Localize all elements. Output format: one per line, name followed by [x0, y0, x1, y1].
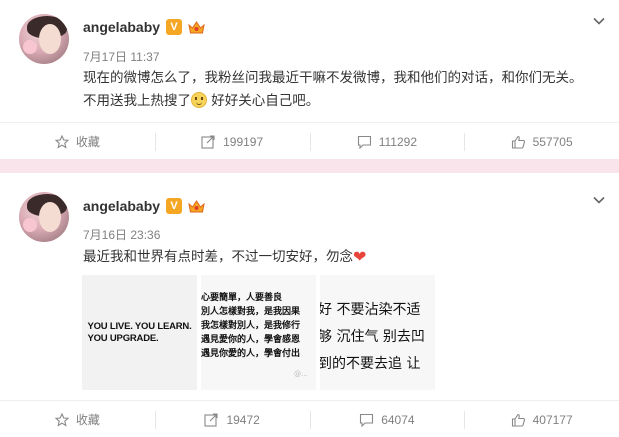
comment-button[interactable]: 64074: [309, 401, 465, 437]
chevron-down-icon[interactable]: [592, 193, 606, 207]
favorite-label: 收藏: [75, 135, 100, 149]
user-name[interactable]: angelababy: [83, 19, 160, 35]
image-watermark: @…: [294, 370, 308, 378]
like-button[interactable]: 407177: [464, 401, 619, 437]
user-name[interactable]: angelababy: [83, 198, 160, 214]
repost-icon: [204, 412, 218, 427]
feed-divider: [0, 159, 619, 173]
chevron-down-icon[interactable]: [592, 14, 606, 28]
vip-crown-icon: [188, 20, 205, 35]
like-count: 557705: [532, 134, 573, 149]
post-text: 最近我和世界有点时差，不过一切安好，勿念❤: [83, 247, 367, 266]
post-image[interactable]: 好 不要沾染不适 够 沉住气 别去凹 到的不要去追 让: [320, 275, 435, 390]
like-button[interactable]: 557705: [464, 123, 619, 160]
action-bar: 收藏 199197 111292 557705: [0, 122, 619, 160]
user-row: angelababy V: [83, 19, 205, 35]
thumbs-up-icon: [511, 413, 525, 427]
star-icon: [54, 134, 69, 149]
comment-icon: [357, 135, 371, 149]
heart-emoji-icon: ❤: [353, 247, 367, 266]
feed-card: angelababy V 7月17日 11:37 现在的微博怎么了，我粉丝问我最…: [0, 0, 619, 159]
image-grid: YOU LIVE. YOU LEARN. YOU UPGRADE. 心要簡單，人…: [82, 275, 435, 390]
star-icon: [54, 412, 69, 427]
comment-icon: [360, 413, 374, 427]
repost-icon: [201, 134, 215, 149]
thumbs-up-icon: [511, 135, 525, 149]
post-image[interactable]: 心要簡單，人要善良 別人怎樣對我，是我因果 我怎樣對別人，是我修行 遇見愛你的人…: [201, 275, 316, 390]
post-text: 现在的微博怎么了，我粉丝问我最近干嘛不发微博，我和他们的对话，和你们无关。不用送…: [83, 70, 583, 109]
post-time[interactable]: 7月16日 23:36: [83, 226, 160, 243]
avatar[interactable]: [19, 192, 69, 242]
repost-count: 19472: [226, 412, 260, 427]
favorite-button[interactable]: 收藏: [0, 401, 155, 437]
post-time[interactable]: 7月17日 11:37: [83, 48, 160, 65]
action-bar: 收藏 19472 64074 407177: [0, 400, 619, 437]
like-count: 407177: [532, 412, 573, 427]
smile-emoji-icon: [191, 92, 207, 108]
comment-count: 111292: [378, 134, 417, 149]
favorite-button[interactable]: 收藏: [0, 123, 155, 160]
verified-icon: V: [166, 19, 183, 35]
vip-crown-icon: [188, 199, 205, 214]
repost-button[interactable]: 199197: [154, 123, 310, 160]
repost-count: 199197: [223, 134, 264, 149]
post-image[interactable]: YOU LIVE. YOU LEARN. YOU UPGRADE.: [82, 275, 197, 390]
feed-card: angelababy V 7月16日 23:36 最近我和世界有点时差，不过一切…: [0, 173, 619, 437]
comment-count: 64074: [381, 412, 415, 427]
favorite-label: 收藏: [75, 413, 100, 427]
repost-button[interactable]: 19472: [154, 401, 310, 437]
avatar[interactable]: [19, 14, 69, 64]
user-row: angelababy V: [83, 198, 205, 214]
verified-icon: V: [166, 198, 183, 214]
comment-button[interactable]: 111292: [309, 123, 465, 160]
